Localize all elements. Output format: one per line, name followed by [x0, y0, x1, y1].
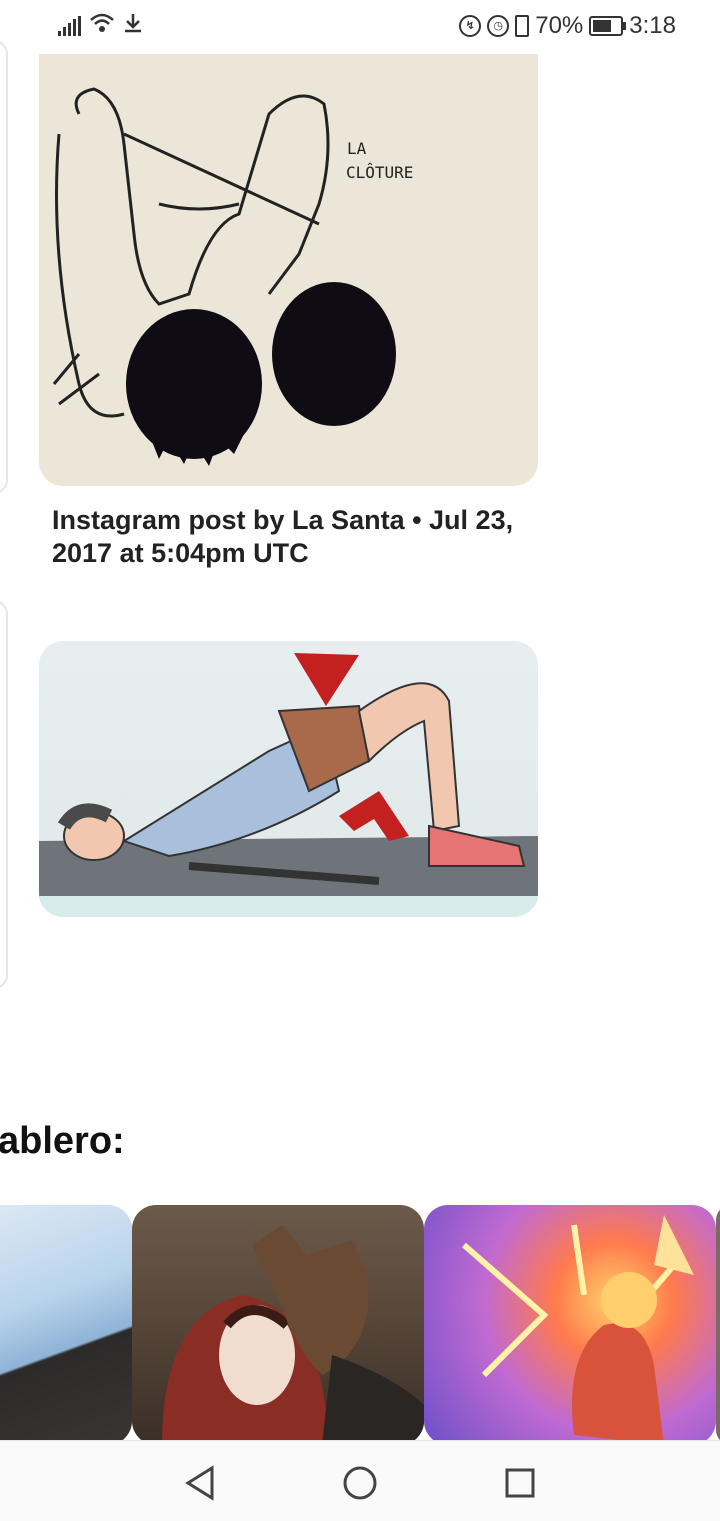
illustration-text-line-2: CLÔTURE [346, 163, 413, 182]
status-right-icons: ↯ ◷ 70% 3:18 [459, 12, 676, 40]
board-thumbnail[interactable] [132, 1205, 424, 1445]
clock: 3:18 [629, 12, 676, 39]
status-bar: ↯ ◷ 70% 3:18 [0, 0, 720, 54]
battery-percent: 70% [535, 12, 584, 39]
board-thumbnail[interactable] [424, 1205, 716, 1445]
signal-icon [58, 15, 81, 36]
pin-image[interactable]: LA CLÔTURE [39, 54, 538, 486]
pin-image[interactable] [39, 641, 538, 917]
data-saver-icon: ↯ [459, 15, 482, 37]
adjacent-pin-edge[interactable] [0, 600, 8, 989]
pin-caption[interactable]: Instagram post by La Santa • Jul 23, 201… [52, 504, 522, 570]
adjacent-pin-edge[interactable] [0, 40, 8, 494]
home-icon[interactable] [340, 1463, 380, 1503]
system-nav-bar [0, 1440, 720, 1521]
status-left-icons [58, 12, 143, 39]
back-icon[interactable] [180, 1463, 220, 1503]
line-drawing-illustration: LA CLÔTURE [52, 87, 413, 466]
wifi-icon [89, 12, 115, 39]
board-section-title: ablero: [0, 1120, 125, 1162]
illustration-text-line-1: LA [347, 139, 367, 158]
vibrate-icon [515, 15, 530, 37]
recents-icon[interactable] [500, 1463, 540, 1503]
download-icon [123, 12, 143, 39]
alarm-icon: ◷ [487, 15, 510, 37]
psychedelic-art-image [462, 1215, 694, 1445]
battery-icon [589, 16, 627, 36]
wolf-and-woman-image [162, 1225, 424, 1445]
board-thumbnail[interactable] [716, 1205, 720, 1445]
exercise-illustration [39, 653, 538, 917]
board-thumbnail[interactable] [0, 1205, 132, 1445]
